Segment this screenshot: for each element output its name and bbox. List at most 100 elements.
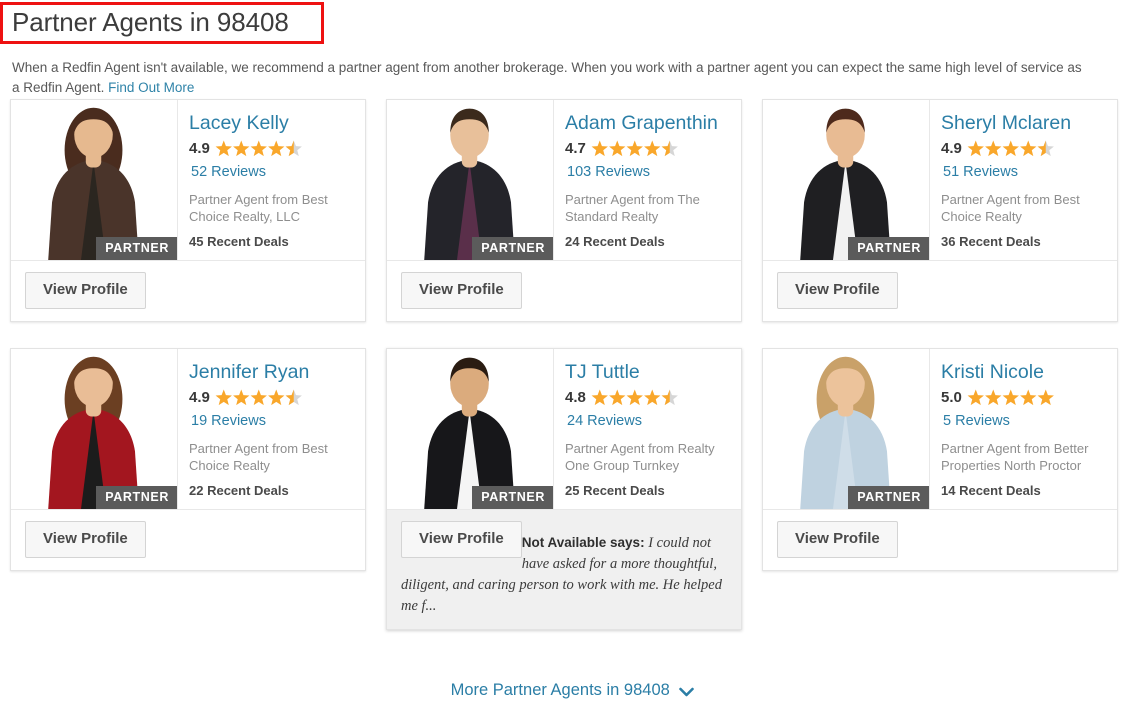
view-profile-button[interactable]: View Profile	[401, 272, 522, 309]
agent-info: Jennifer Ryan 4.9 19 Reviews Partner Agent …	[178, 349, 365, 509]
agent-reviews-link[interactable]: 24 Reviews	[567, 412, 729, 430]
agent-card-row: PARTNER Jennifer Ryan 4.9 19 Reviews Partner…	[10, 348, 1135, 630]
agent-card[interactable]: PARTNER Lacey Kelly 4.9 52 Reviews Partner A…	[10, 99, 366, 322]
agent-rating-value: 4.8	[565, 389, 586, 406]
agent-agency: Partner Agent from The Standard Realty	[565, 192, 700, 224]
agent-card-top: PARTNER TJ Tuttle 4.8 24 Reviews Partner Age…	[387, 349, 741, 509]
partner-badge: PARTNER	[848, 486, 929, 509]
agent-agency: Partner Agent from Best Choice Realty	[941, 192, 1080, 224]
agent-rating-row: 4.9	[189, 139, 353, 159]
agent-reviews-link[interactable]: 19 Reviews	[191, 412, 353, 430]
agent-rating-value: 4.9	[941, 140, 962, 157]
agent-card-row: PARTNER Lacey Kelly 4.9 52 Reviews Partner A…	[10, 99, 1135, 322]
agent-photo	[11, 349, 177, 509]
more-partner-agents-link[interactable]: More Partner Agents in 98408	[0, 679, 1145, 703]
agent-agency: Partner Agent from Better Properties Nor…	[941, 441, 1089, 473]
partner-badge: PARTNER	[472, 237, 553, 260]
agent-card[interactable]: PARTNER Jennifer Ryan 4.9 19 Reviews Partner…	[10, 348, 366, 571]
view-profile-button[interactable]: View Profile	[25, 272, 146, 309]
agent-recent-deals: 24 Recent Deals	[565, 234, 665, 249]
agent-rating-row: 4.9	[189, 388, 353, 408]
agent-photo-wrap: PARTNER	[11, 100, 178, 260]
agent-name-link[interactable]: Lacey Kelly	[189, 110, 353, 137]
agent-recent-deals: 22 Recent Deals	[189, 483, 289, 498]
find-out-more-link[interactable]: Find Out More	[108, 80, 194, 95]
agent-rating-row: 4.9	[941, 139, 1105, 159]
view-profile-button[interactable]: View Profile	[401, 521, 522, 558]
agent-recent-deals: 14 Recent Deals	[941, 483, 1041, 498]
agent-rating-row: 4.7	[565, 139, 729, 159]
testimonial-author: Not Available says:	[521, 535, 645, 550]
agent-reviews-link[interactable]: 5 Reviews	[943, 412, 1105, 430]
partner-badge: PARTNER	[96, 486, 177, 509]
star-rating-icon	[967, 140, 1055, 159]
agent-agency: Partner Agent from Best Choice Realty, L…	[189, 192, 328, 224]
agent-name-link[interactable]: Sheryl Mclaren	[941, 110, 1105, 137]
agent-agency: Partner Agent from Realty One Group Turn…	[565, 441, 715, 473]
view-profile-button[interactable]: View Profile	[25, 521, 146, 558]
partner-badge: PARTNER	[472, 486, 553, 509]
agent-rating-row: 5.0	[941, 388, 1105, 408]
agent-rating-row: 4.8	[565, 388, 729, 408]
agent-card-top: PARTNER Sheryl Mclaren 4.9 51 Reviews Partne…	[763, 100, 1117, 260]
agent-photo-wrap: PARTNER	[763, 349, 930, 509]
agent-card[interactable]: PARTNER Kristi Nicole 5.0 5 Reviews Partner …	[762, 348, 1118, 571]
agent-rating-value: 4.7	[565, 140, 586, 157]
agent-info: TJ Tuttle 4.8 24 Reviews Partner Agent from…	[554, 349, 741, 509]
agent-name-link[interactable]: Adam Grapenthin	[565, 110, 729, 137]
star-rating-icon	[215, 389, 303, 408]
agent-card[interactable]: PARTNER Adam Grapenthin 4.7 103 Reviews Part…	[386, 99, 742, 322]
agent-recent-deals: 36 Recent Deals	[941, 234, 1041, 249]
agent-reviews-link[interactable]: 52 Reviews	[191, 163, 353, 181]
agent-photo-wrap: PARTNER	[11, 349, 178, 509]
agent-rating-value: 4.9	[189, 389, 210, 406]
agent-photo	[763, 100, 929, 260]
chevron-down-icon	[679, 681, 695, 703]
agent-card-bottom: View Profile	[11, 509, 365, 570]
view-profile-button[interactable]: View Profile	[777, 521, 898, 558]
agent-recent-deals: 45 Recent Deals	[189, 234, 289, 249]
more-partner-agents-label: More Partner Agents in 98408	[450, 681, 670, 699]
agent-rating-value: 4.9	[189, 140, 210, 157]
agent-photo	[387, 100, 553, 260]
agent-agency: Partner Agent from Best Choice Realty	[189, 441, 328, 473]
agent-card[interactable]: PARTNER TJ Tuttle 4.8 24 Reviews Partner Age…	[386, 348, 742, 630]
intro-paragraph: When a Redfin Agent isn't available, we …	[12, 58, 1087, 98]
agent-photo	[387, 349, 553, 509]
agent-card-bottom: View Profile	[11, 260, 365, 321]
agent-reviews-link[interactable]: 103 Reviews	[567, 163, 729, 181]
star-rating-icon	[591, 140, 679, 159]
agent-info: Kristi Nicole 5.0 5 Reviews Partner Agent f…	[930, 349, 1117, 509]
partner-agents-page: Partner Agents in 98408 When a Redfin Ag…	[0, 0, 1145, 714]
partner-badge: PARTNER	[96, 237, 177, 260]
agent-recent-deals: 25 Recent Deals	[565, 483, 665, 498]
agent-photo	[11, 100, 177, 260]
agent-reviews-link[interactable]: 51 Reviews	[943, 163, 1105, 181]
agent-card-top: PARTNER Kristi Nicole 5.0 5 Reviews Partner …	[763, 349, 1117, 509]
star-rating-icon	[967, 389, 1055, 408]
agent-name-link[interactable]: Jennifer Ryan	[189, 359, 353, 386]
agent-photo-wrap: PARTNER	[763, 100, 930, 260]
page-title: Partner Agents in 98408	[12, 7, 289, 37]
agent-photo	[763, 349, 929, 509]
agent-photo-wrap: PARTNER	[387, 349, 554, 509]
agent-info: Sheryl Mclaren 4.9 51 Reviews Partner Agent…	[930, 100, 1117, 260]
agent-card-top: PARTNER Adam Grapenthin 4.7 103 Reviews Part…	[387, 100, 741, 260]
agent-card-grid: PARTNER Lacey Kelly 4.9 52 Reviews Partner A…	[10, 99, 1135, 656]
agent-name-link[interactable]: TJ Tuttle	[565, 359, 729, 386]
agent-card-bottom: View Profile	[387, 260, 741, 321]
agent-rating-value: 5.0	[941, 389, 962, 406]
partner-badge: PARTNER	[848, 237, 929, 260]
agent-photo-wrap: PARTNER	[387, 100, 554, 260]
star-rating-icon	[591, 389, 679, 408]
agent-card-bottom: View Profile Not Available says: I could …	[387, 509, 741, 629]
agent-info: Adam Grapenthin 4.7 103 Reviews Partner Age…	[554, 100, 741, 260]
agent-info: Lacey Kelly 4.9 52 Reviews Partner Agent fr…	[178, 100, 365, 260]
agent-card[interactable]: PARTNER Sheryl Mclaren 4.9 51 Reviews Partne…	[762, 99, 1118, 322]
agent-card-bottom: View Profile	[763, 260, 1117, 321]
star-rating-icon	[215, 140, 303, 159]
agent-card-bottom: View Profile	[763, 509, 1117, 570]
view-profile-button[interactable]: View Profile	[777, 272, 898, 309]
agent-name-link[interactable]: Kristi Nicole	[941, 359, 1105, 386]
agent-card-top: PARTNER Jennifer Ryan 4.9 19 Reviews Partner…	[11, 349, 365, 509]
